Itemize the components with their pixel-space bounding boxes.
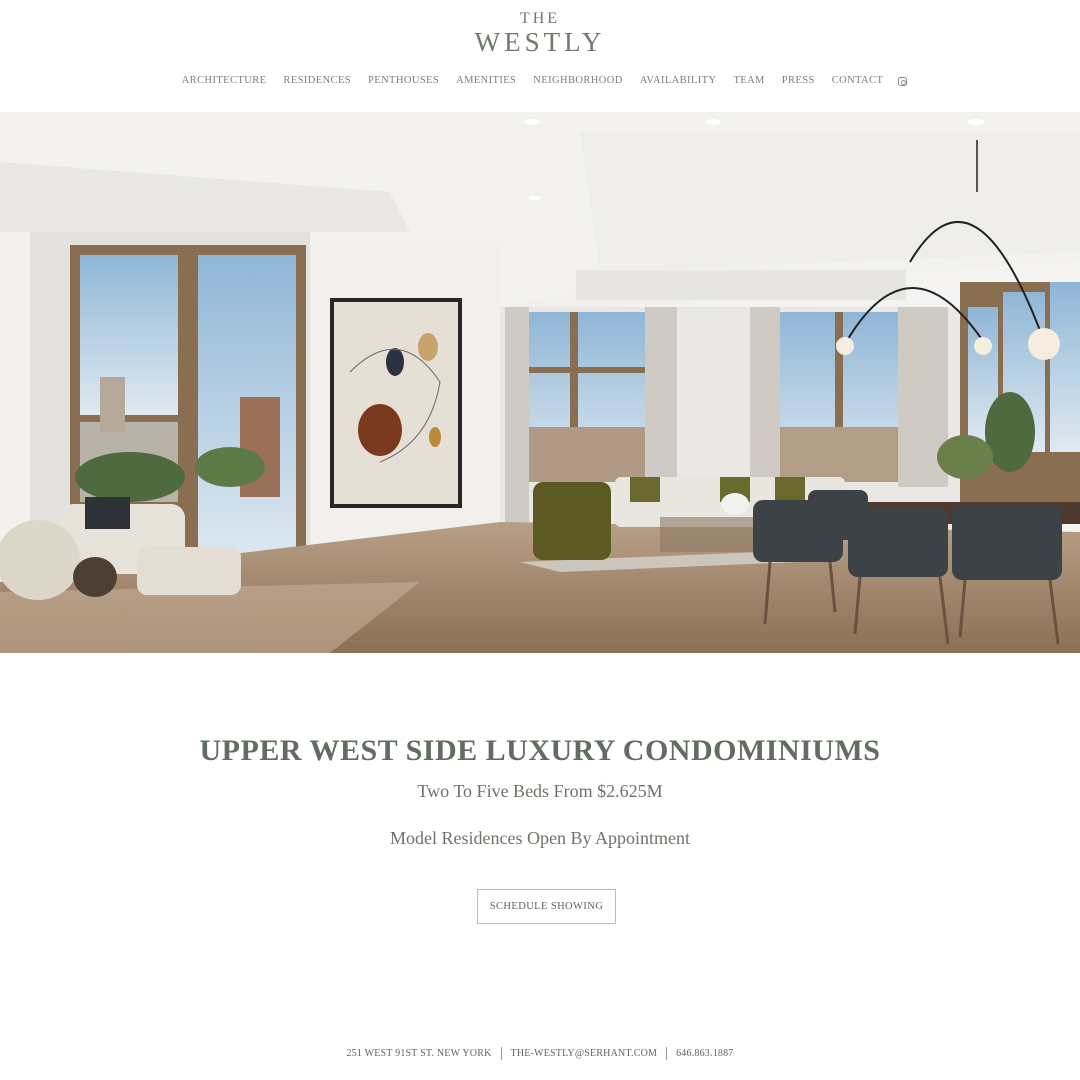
- footer-address: 251 WEST 91ST ST. NEW YORK: [346, 1048, 492, 1059]
- footer-email[interactable]: THE-WESTLY@SERHANT.COM: [511, 1048, 658, 1059]
- footer-phone[interactable]: 646.863.1887: [676, 1048, 733, 1059]
- logo-the: THE: [519, 10, 561, 27]
- site-footer: 251 WEST 91ST ST. NEW YORK THE-WESTLY@SE…: [0, 1047, 1080, 1060]
- schedule-showing-button[interactable]: SCHEDULE SHOWING: [477, 889, 616, 924]
- main-nav: ARCHITECTURE RESIDENCES PENTHOUSES AMENI…: [0, 74, 1080, 88]
- nav-press[interactable]: PRESS: [773, 74, 823, 88]
- instagram-icon[interactable]: [897, 76, 907, 86]
- logo-name: WESTLY: [474, 27, 606, 57]
- nav-contact[interactable]: CONTACT: [823, 74, 892, 88]
- nav-neighborhood[interactable]: NEIGHBORHOOD: [525, 74, 631, 88]
- hero-image: [0, 112, 1080, 653]
- logo[interactable]: THE WESTLY: [0, 10, 1080, 56]
- price-subheadline: Two To Five Beds From $2.625M: [417, 781, 663, 801]
- nav-amenities[interactable]: AMENITIES: [448, 74, 525, 88]
- page-headline: UPPER WEST SIDE LUXURY CONDOMINIUMS: [199, 734, 881, 767]
- nav-architecture[interactable]: ARCHITECTURE: [173, 74, 275, 88]
- appointment-tagline: Model Residences Open By Appointment: [390, 828, 690, 848]
- interior-scene: [0, 112, 1080, 653]
- footer-divider: [666, 1047, 668, 1060]
- site-header: THE WESTLY ARCHITECTURE RESIDENCES PENTH…: [0, 0, 1080, 112]
- nav-residences[interactable]: RESIDENCES: [275, 74, 360, 88]
- nav-team[interactable]: TEAM: [725, 74, 773, 88]
- nav-availability[interactable]: AVAILABILITY: [631, 74, 725, 88]
- footer-divider: [500, 1047, 502, 1060]
- nav-penthouses[interactable]: PENTHOUSES: [360, 74, 448, 88]
